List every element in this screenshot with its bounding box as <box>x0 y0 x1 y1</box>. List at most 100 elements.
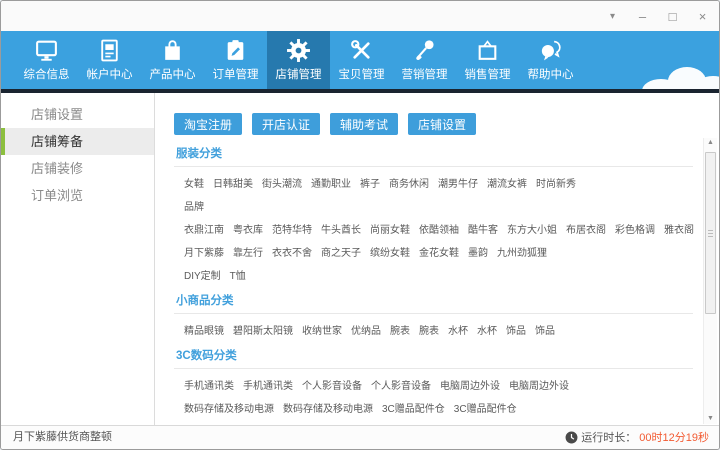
category-link[interactable]: 衣鼎江南 <box>184 221 224 236</box>
category-link[interactable]: 女鞋 <box>184 175 204 190</box>
category-link[interactable]: 靠左行 <box>233 244 263 259</box>
category-link[interactable]: 商务休闲 <box>389 175 429 190</box>
category-link[interactable]: 尚丽女鞋 <box>370 221 410 236</box>
toolbar-item-3[interactable]: 订单管理 <box>204 31 267 89</box>
toolbar-item-6[interactable]: 营销管理 <box>393 31 456 89</box>
action-button-0[interactable]: 淘宝注册 <box>174 113 242 135</box>
category-link[interactable]: 商之天子 <box>321 244 361 259</box>
category-link[interactable]: 电脑周边外设 <box>440 377 500 392</box>
toolbar-item-1[interactable]: 帐户中心 <box>78 31 141 89</box>
sales-frame-icon <box>475 38 500 63</box>
category-link[interactable]: 裤子 <box>360 175 380 190</box>
scroll-up-icon[interactable]: ▲ <box>707 138 714 148</box>
category-link[interactable]: 精品眼镜 <box>184 322 224 337</box>
category-link[interactable]: 月下紫藤 <box>184 244 224 259</box>
category-link[interactable]: 牛头酋长 <box>321 221 361 236</box>
category-link[interactable]: 彩色格调 <box>615 221 655 236</box>
sidebar-item-3[interactable]: 订单浏览 <box>1 182 154 209</box>
toolbar-item-5[interactable]: 宝贝管理 <box>330 31 393 89</box>
category-link[interactable]: 粤衣库 <box>233 221 263 236</box>
category-link[interactable]: 品牌 <box>184 198 204 213</box>
toolbar-item-7[interactable]: 销售管理 <box>456 31 519 89</box>
category-link[interactable]: 九州劲狐狸 <box>497 244 547 259</box>
category-link[interactable]: 衣衣不舍 <box>272 244 312 259</box>
category-section: 小商品分类精品眼镜碧阳斯太阳镜收纳世家优纳品腕表腕表水杯水杯饰品饰品 <box>174 292 693 337</box>
action-button-3[interactable]: 店铺设置 <box>408 113 476 135</box>
category-link[interactable]: 3C赠品配件仓 <box>454 400 517 415</box>
section-title: 小商品分类 <box>174 292 693 314</box>
category-link[interactable]: 水杯 <box>448 322 468 337</box>
sidebar-item-2[interactable]: 店铺装修 <box>1 155 154 182</box>
category-link[interactable]: 潮男牛仔 <box>438 175 478 190</box>
category-link[interactable]: 优纳品 <box>351 322 381 337</box>
toolbar-item-2[interactable]: 产品中心 <box>141 31 204 89</box>
sidebar-item-label: 店铺筹备 <box>31 134 83 149</box>
category-link[interactable]: 通勤职业 <box>311 175 351 190</box>
toolbar-item-label: 综合信息 <box>24 66 70 82</box>
category-link[interactable]: DIY定制 <box>184 267 221 282</box>
monitor-icon <box>34 38 59 63</box>
category-link[interactable]: 数码存储及移动电源 <box>283 400 373 415</box>
category-link[interactable]: 饰品 <box>506 322 526 337</box>
link-row: 衣鼎江南粤衣库范特华特牛头酋长尚丽女鞋依酷领袖酷牛客东方大小姐布居衣阁彩色格调雅… <box>174 221 693 236</box>
toolbar-item-8[interactable]: 帮助中心 <box>519 31 582 89</box>
sidebar-item-1[interactable]: 店铺筹备 <box>1 128 154 155</box>
minimize-icon[interactable]: – <box>634 8 651 25</box>
category-link[interactable]: 个人影音设备 <box>371 377 431 392</box>
scrollbar-thumb[interactable] <box>705 152 716 314</box>
category-link[interactable]: 电脑周边外设 <box>509 377 569 392</box>
shop-gear-icon <box>286 38 311 63</box>
category-link[interactable]: 依酷领袖 <box>419 221 459 236</box>
category-link[interactable]: 墨韵 <box>468 244 488 259</box>
category-link[interactable]: 日韩甜美 <box>213 175 253 190</box>
action-button-2[interactable]: 辅助考试 <box>330 113 398 135</box>
toolbar: 综合信息帐户中心产品中心订单管理店铺管理宝贝管理营销管理销售管理帮助中心 <box>1 31 719 89</box>
toolbar-item-4[interactable]: 店铺管理 <box>267 31 330 89</box>
category-link[interactable]: 水杯 <box>477 322 497 337</box>
toolbar-item-label: 帮助中心 <box>528 66 574 82</box>
vertical-scrollbar[interactable]: ▲ ▼ <box>703 138 717 424</box>
toolbar-item-0[interactable]: 综合信息 <box>15 31 78 89</box>
collapse-window-icon[interactable]: ▾ <box>604 8 621 25</box>
category-link[interactable]: 数码存储及移动电源 <box>184 400 274 415</box>
category-link[interactable]: 腕表 <box>419 322 439 337</box>
sidebar: 店铺设置店铺筹备店铺装修订单浏览 <box>1 93 155 426</box>
category-link[interactable]: 金花女鞋 <box>419 244 459 259</box>
category-link[interactable]: 酷牛客 <box>468 221 498 236</box>
action-button-1[interactable]: 开店认证 <box>252 113 320 135</box>
category-link[interactable]: 范特华特 <box>272 221 312 236</box>
category-link[interactable]: 街头潮流 <box>262 175 302 190</box>
app-window: ▾–□ × 综合信息帐户中心产品中心订单管理店铺管理宝贝管理营销管理销售管理帮助中… <box>0 0 720 450</box>
category-link[interactable]: 腕表 <box>390 322 410 337</box>
category-link[interactable]: 手机通讯类 <box>243 377 293 392</box>
active-indicator <box>1 128 5 155</box>
sidebar-item-0[interactable]: 店铺设置 <box>1 101 154 128</box>
app-body: 店铺设置店铺筹备店铺装修订单浏览 淘宝注册开店认证辅助考试店铺设置 服装分类女鞋… <box>1 93 719 426</box>
category-link[interactable]: 时尚新秀 <box>536 175 576 190</box>
account-card-icon <box>97 38 122 63</box>
toolbar-item-label: 产品中心 <box>150 66 196 82</box>
category-link[interactable]: 个人影音设备 <box>302 377 362 392</box>
category-sections: 服装分类女鞋日韩甜美街头潮流通勤职业裤子商务休闲潮男牛仔潮流女裤时尚新秀品牌衣鼎… <box>174 145 693 426</box>
category-link[interactable]: 雅衣阁 <box>664 221 694 236</box>
category-link[interactable]: T恤 <box>230 267 246 282</box>
main-content: 淘宝注册开店认证辅助考试店铺设置 服装分类女鞋日韩甜美街头潮流通勤职业裤子商务休… <box>156 93 719 426</box>
scroll-down-icon[interactable]: ▼ <box>707 414 714 424</box>
category-link[interactable]: 东方大小姐 <box>507 221 557 236</box>
maximize-icon[interactable]: □ <box>664 8 681 25</box>
category-link[interactable]: 碧阳斯太阳镜 <box>233 322 293 337</box>
category-link[interactable]: 缤纷女鞋 <box>370 244 410 259</box>
scrollbar-track[interactable] <box>704 148 717 414</box>
runtime-value: 00时12分19秒 <box>639 429 709 445</box>
category-link[interactable]: 收纳世家 <box>302 322 342 337</box>
close-icon[interactable]: × <box>694 8 711 25</box>
category-link[interactable]: 3C赠品配件仓 <box>382 400 445 415</box>
section-title: 3C数码分类 <box>174 347 693 369</box>
category-link[interactable]: 潮流女裤 <box>487 175 527 190</box>
link-row: 女鞋日韩甜美街头潮流通勤职业裤子商务休闲潮男牛仔潮流女裤时尚新秀 <box>174 175 693 190</box>
statusbar: 月下紫藤供货商整顿 运行时长： 00时12分19秒 <box>1 425 719 449</box>
category-link[interactable]: 布居衣阁 <box>566 221 606 236</box>
category-link[interactable]: 手机通讯类 <box>184 377 234 392</box>
category-link[interactable]: 饰品 <box>535 322 555 337</box>
status-message: 月下紫藤供货商整顿 <box>13 426 112 448</box>
